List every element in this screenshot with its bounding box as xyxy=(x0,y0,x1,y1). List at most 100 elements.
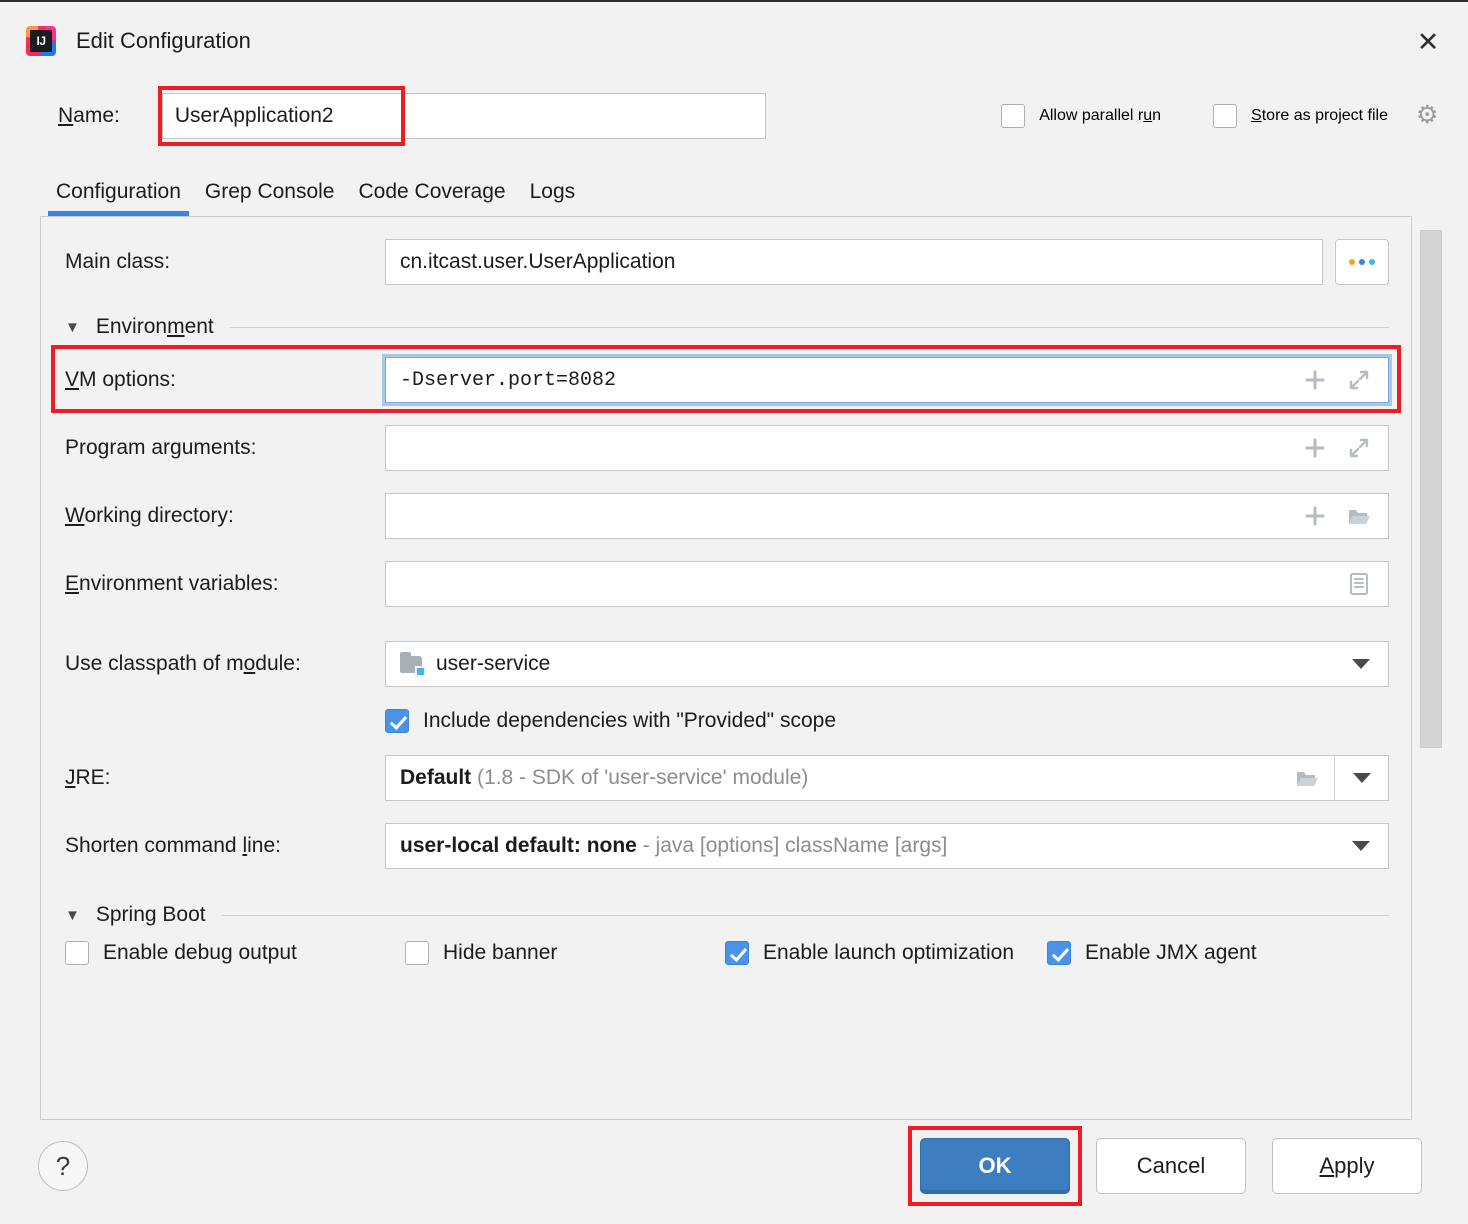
allow-parallel-run-label: Allow parallel run xyxy=(1039,107,1162,124)
checkbox-box xyxy=(385,709,409,733)
module-folder-icon xyxy=(400,652,426,677)
environment-variables-row: Environment variables: xyxy=(65,561,1389,607)
checkbox-box xyxy=(1213,104,1238,128)
folder-icon[interactable] xyxy=(1346,503,1372,529)
program-arguments-field[interactable] xyxy=(385,425,1389,471)
expand-icon[interactable] xyxy=(1346,435,1372,461)
configuration-panel: Main class: cn.itcast.user.UserApplicati… xyxy=(40,216,1412,1120)
chevron-down-icon[interactable] xyxy=(1334,659,1388,669)
checkbox-box xyxy=(725,941,749,965)
enable-debug-output-checkbox[interactable]: Enable debug output xyxy=(65,941,405,965)
environment-variables-label: Environment variables: xyxy=(65,572,279,595)
enable-launch-optimization-checkbox[interactable]: Enable launch optimization xyxy=(725,941,1047,965)
main-class-browse-button[interactable] xyxy=(1335,239,1389,285)
panel-wrapper: Main class: cn.itcast.user.UserApplicati… xyxy=(0,216,1468,1120)
caret-down-icon: ▼ xyxy=(65,318,80,336)
cancel-button[interactable]: Cancel xyxy=(1096,1138,1246,1194)
chevron-down-icon[interactable] xyxy=(1334,841,1388,851)
tab-list: Configuration Grep Console Code Coverage… xyxy=(48,152,1468,216)
spring-boot-section-header[interactable]: ▼ Spring Boot xyxy=(65,903,1389,927)
spring-boot-section-title: Spring Boot xyxy=(95,903,206,926)
plus-icon[interactable] xyxy=(1302,367,1328,393)
shorten-command-line-combo[interactable]: user-local default: none - java [options… xyxy=(385,823,1389,869)
program-arguments-icons xyxy=(1302,435,1378,461)
program-arguments-row: Program arguments: xyxy=(65,425,1389,471)
chevron-down-icon[interactable] xyxy=(1334,756,1388,800)
store-as-project-file-label: Store as project file xyxy=(1251,107,1388,124)
environment-section-header[interactable]: ▼ Environment xyxy=(65,315,1389,339)
scrollbar-thumb[interactable] xyxy=(1420,230,1442,748)
include-provided-checkbox[interactable]: Include dependencies with "Provided" sco… xyxy=(385,709,836,733)
main-class-label: Main class: xyxy=(65,250,171,273)
section-divider xyxy=(229,326,1389,328)
store-as-project-file-checkbox[interactable]: Store as project file ⚙ xyxy=(1213,103,1442,129)
ok-button-wrapper: OK xyxy=(908,1126,1082,1206)
gear-icon[interactable]: ⚙ xyxy=(1416,103,1442,129)
vertical-scrollbar[interactable] xyxy=(1412,216,1446,1120)
main-class-row: Main class: cn.itcast.user.UserApplicati… xyxy=(65,239,1389,285)
enable-jmx-agent-checkbox[interactable]: Enable JMX agent xyxy=(1047,941,1257,965)
environment-variables-field[interactable] xyxy=(385,561,1389,607)
name-label: Name: xyxy=(58,104,120,127)
jre-combo[interactable]: Default (1.8 - SDK of 'user-service' mod… xyxy=(385,755,1389,801)
apply-button[interactable]: Apply xyxy=(1272,1138,1422,1194)
dialog-titlebar: Edit Configuration ✕ xyxy=(0,2,1468,80)
environment-variables-icons xyxy=(1346,571,1378,597)
vm-options-row: VM options: -Dserver.port=8082 xyxy=(51,345,1401,413)
help-button[interactable]: ? xyxy=(38,1141,88,1191)
checkbox-box xyxy=(65,941,89,965)
jre-row: JRE: Default (1.8 - SDK of 'user-service… xyxy=(65,755,1389,801)
classpath-module-row: Use classpath of module: user-service xyxy=(65,641,1389,687)
shorten-value-primary: user-local default: none xyxy=(400,834,637,857)
tab-grep-console[interactable]: Grep Console xyxy=(205,180,335,216)
document-list-icon[interactable] xyxy=(1346,571,1372,597)
dialog-title: Edit Configuration xyxy=(76,28,251,53)
name-row: Name: Allow parallel run Store as projec… xyxy=(0,80,1468,152)
caret-down-icon: ▼ xyxy=(65,906,80,924)
expand-icon[interactable] xyxy=(1346,367,1372,393)
working-directory-icons xyxy=(1302,503,1378,529)
close-icon[interactable]: ✕ xyxy=(1410,24,1446,60)
plus-icon[interactable] xyxy=(1302,503,1328,529)
environment-section-title: Environment xyxy=(95,315,214,338)
shorten-command-line-row: Shorten command line: user-local default… xyxy=(65,823,1389,869)
include-provided-row: Include dependencies with "Provided" sco… xyxy=(65,709,1389,733)
shorten-command-line-value: user-local default: none - java [options… xyxy=(400,834,1334,858)
edit-configuration-dialog: Edit Configuration ✕ Name: Allow paralle… xyxy=(0,0,1468,1224)
allow-parallel-run-checkbox[interactable]: Allow parallel run xyxy=(1001,104,1161,128)
ok-button[interactable]: OK xyxy=(920,1138,1070,1194)
plus-icon[interactable] xyxy=(1302,435,1328,461)
tab-code-coverage[interactable]: Code Coverage xyxy=(359,180,506,216)
name-input[interactable] xyxy=(161,93,766,139)
classpath-module-combo[interactable]: user-service xyxy=(385,641,1389,687)
checkbox-box xyxy=(1001,104,1026,128)
classpath-module-label: Use classpath of module: xyxy=(65,652,301,675)
tabs-area: Configuration Grep Console Code Coverage… xyxy=(0,152,1468,216)
jre-value-primary: Default xyxy=(400,766,472,789)
main-class-value: cn.itcast.user.UserApplication xyxy=(400,250,676,273)
jre-value: Default (1.8 - SDK of 'user-service' mod… xyxy=(400,766,1280,790)
action-buttons: OK Cancel Apply xyxy=(908,1126,1422,1206)
folder-icon[interactable] xyxy=(1280,767,1334,789)
vm-options-icons xyxy=(1302,367,1378,393)
main-class-field[interactable]: cn.itcast.user.UserApplication xyxy=(385,239,1323,285)
shorten-command-line-label: Shorten command line: xyxy=(65,834,281,857)
working-directory-field[interactable] xyxy=(385,493,1389,539)
dialog-button-bar: ? OK Cancel Apply xyxy=(0,1120,1468,1224)
name-field-wrapper xyxy=(157,86,766,146)
jre-label: JRE: xyxy=(65,766,111,789)
vm-options-field[interactable]: -Dserver.port=8082 xyxy=(385,357,1389,403)
include-provided-label: Include dependencies with "Provided" sco… xyxy=(423,709,837,732)
checkbox-box xyxy=(1047,941,1071,965)
hide-banner-label: Hide banner xyxy=(443,941,558,964)
hide-banner-checkbox[interactable]: Hide banner xyxy=(405,941,725,965)
ellipsis-icon xyxy=(1349,259,1375,265)
checkbox-box xyxy=(405,941,429,965)
tab-configuration[interactable]: Configuration xyxy=(48,180,189,216)
enable-jmx-agent-label: Enable JMX agent xyxy=(1085,941,1257,964)
classpath-module-value: user-service xyxy=(436,652,551,675)
tab-logs[interactable]: Logs xyxy=(530,180,576,216)
vm-options-value: -Dserver.port=8082 xyxy=(400,368,617,392)
enable-debug-output-label: Enable debug output xyxy=(103,941,297,964)
section-divider xyxy=(221,914,1389,916)
